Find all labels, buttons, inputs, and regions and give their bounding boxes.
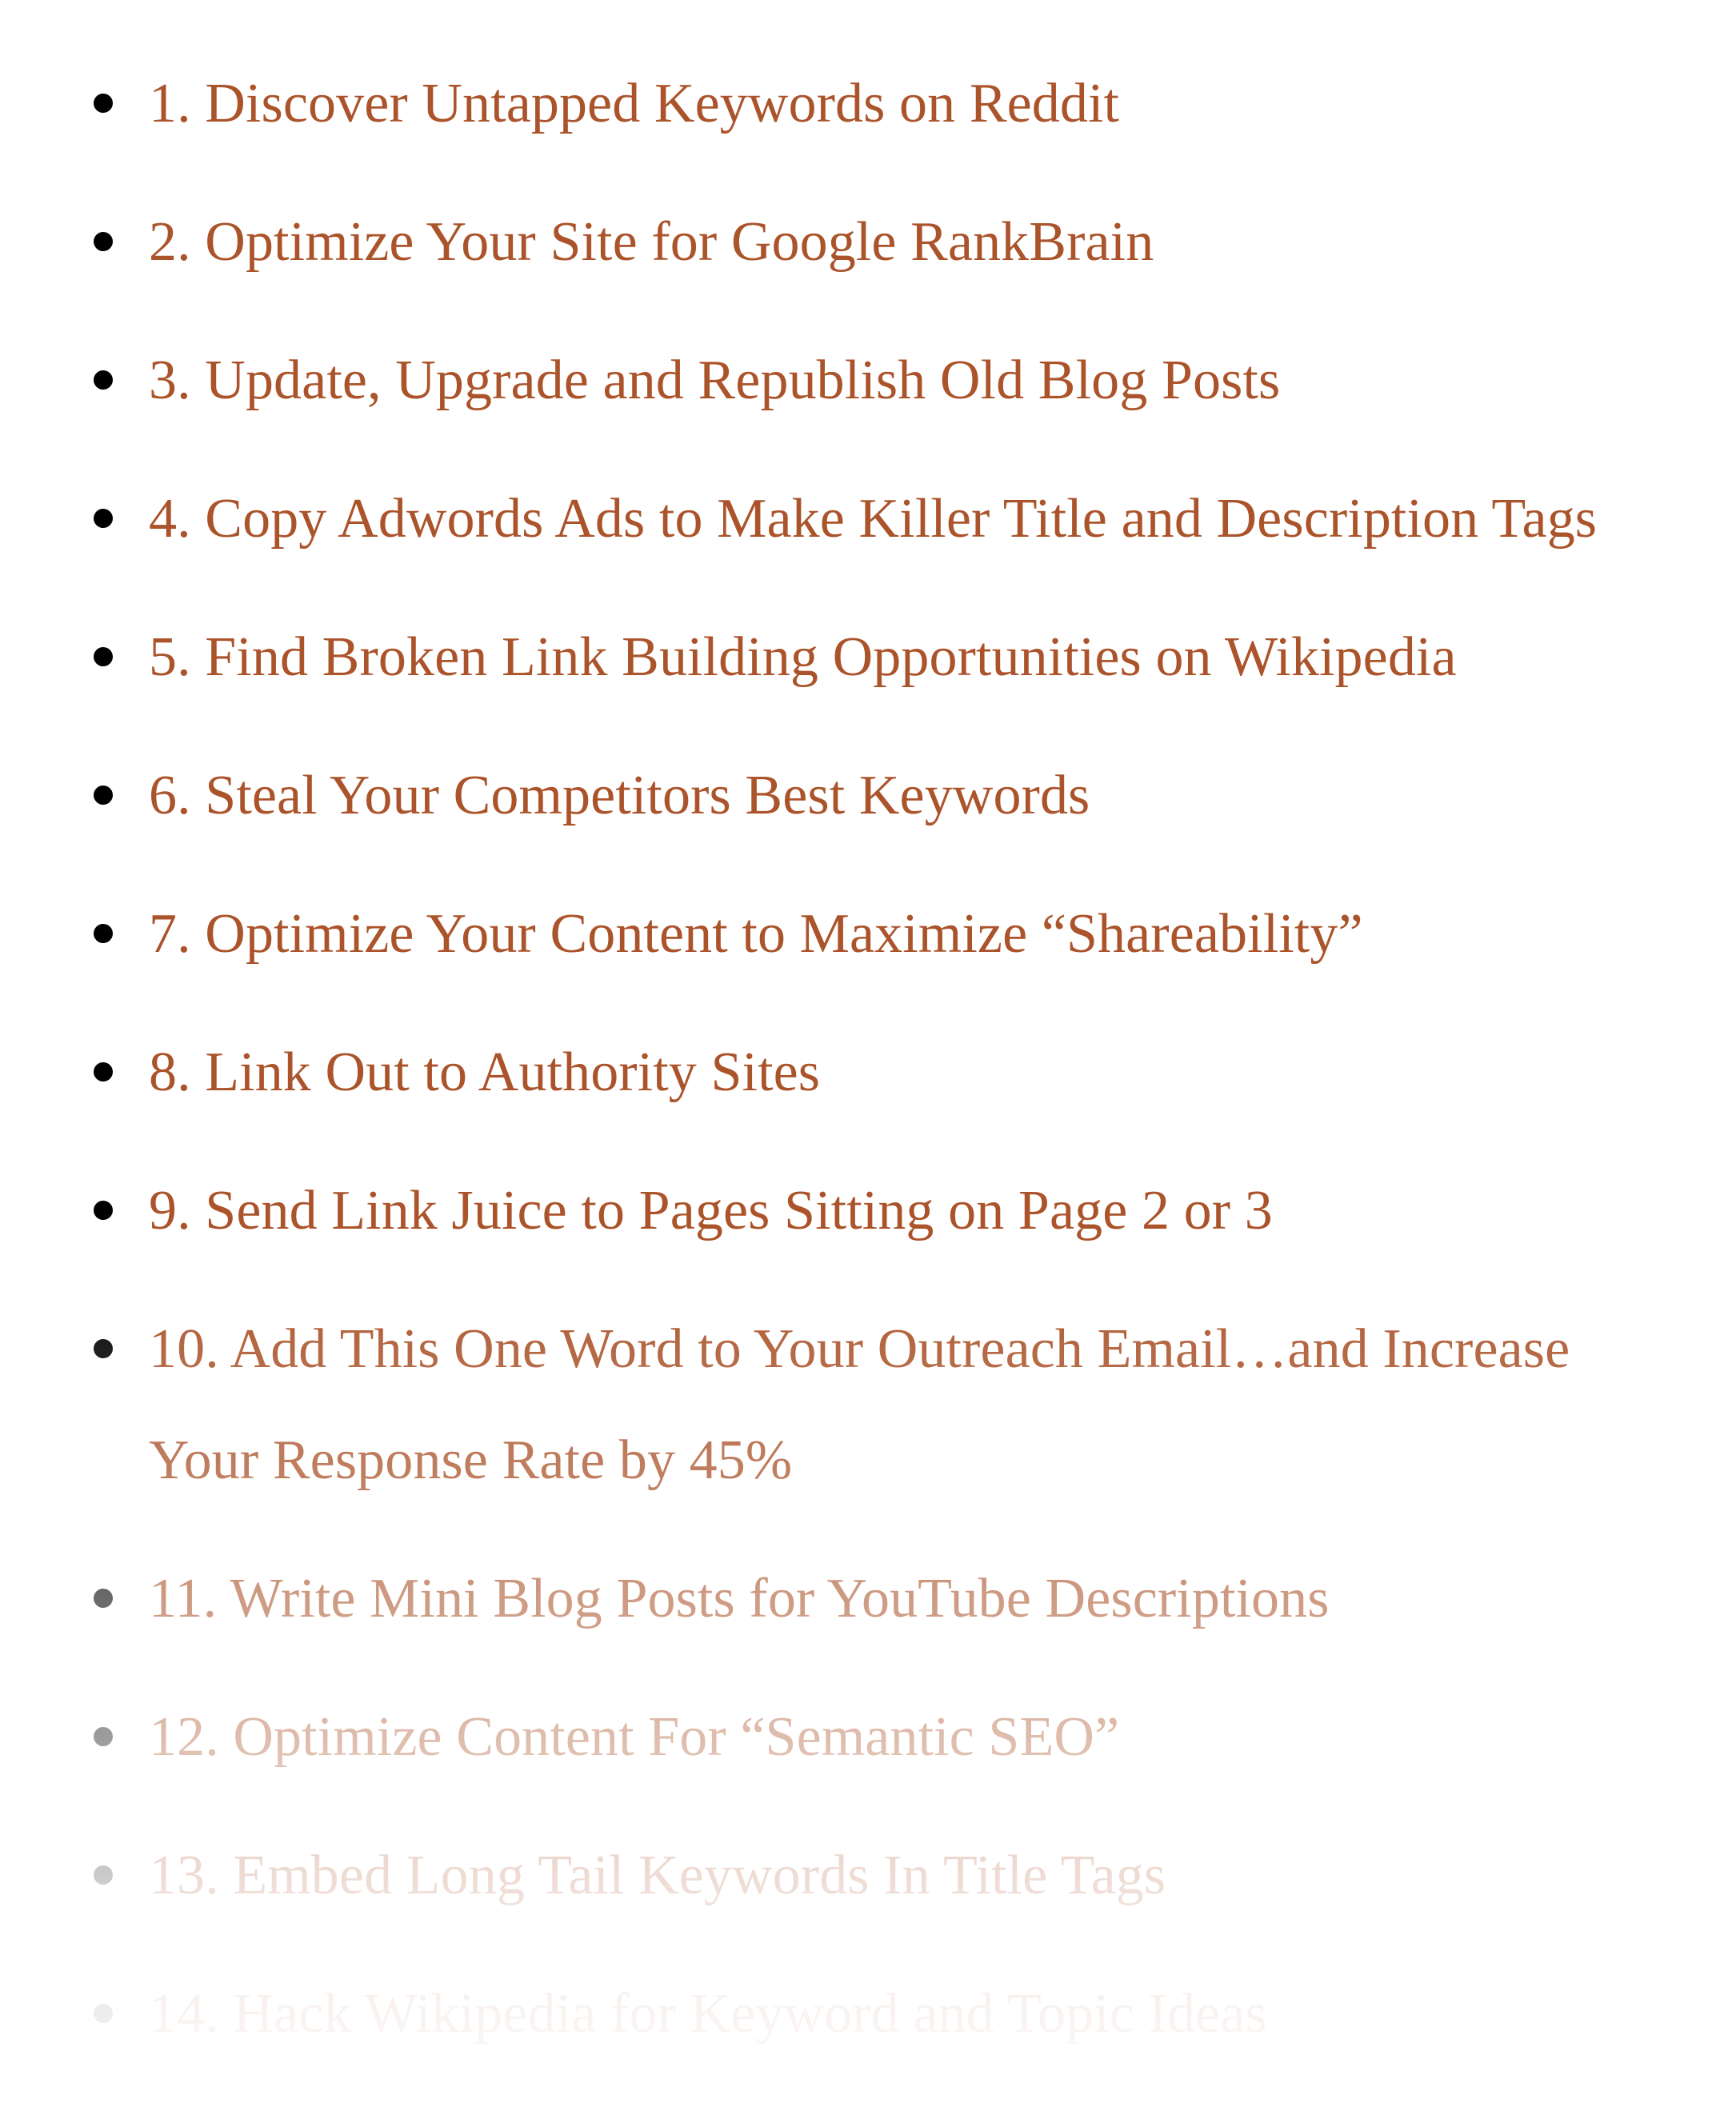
list-item-label: 3. Update, Upgrade and Republish Old Blo… [149, 350, 1281, 411]
list-item[interactable]: 15. Use “Best of” Lists to Find Awesome … [0, 2097, 1736, 2111]
list-item-label: 10. Add This One Word to Your Outreach E… [149, 1318, 1570, 1491]
list-item[interactable]: 7. Optimize Your Content to Maximize “Sh… [0, 878, 1736, 990]
list-item-label: 1. Discover Untapped Keywords on Reddit [149, 73, 1120, 134]
tip-list: 1. Discover Untapped Keywords on Reddit … [0, 48, 1736, 2111]
bullet-icon [94, 647, 113, 666]
list-item[interactable]: 9. Send Link Juice to Pages Sitting on P… [0, 1155, 1736, 1266]
list-item-label: 2. Optimize Your Site for Google RankBra… [149, 211, 1154, 273]
list-item-label: 7. Optimize Your Content to Maximize “Sh… [149, 903, 1363, 965]
bullet-icon [94, 1339, 113, 1358]
bullet-icon [94, 509, 113, 528]
bullet-icon [94, 232, 113, 251]
list-item[interactable]: 5. Find Broken Link Building Opportuniti… [0, 602, 1736, 713]
list-item-label: 12. Optimize Content For “Semantic SEO” [149, 1706, 1120, 1768]
list-item-label: 11. Write Mini Blog Posts for YouTube De… [149, 1568, 1330, 1629]
list-item[interactable]: 14. Hack Wikipedia for Keyword and Topic… [0, 1958, 1736, 2069]
list-item-label: 9. Send Link Juice to Pages Sitting on P… [149, 1180, 1273, 1241]
list-item-label: 15. Use “Best of” Lists to Find Awesome … [149, 2097, 1640, 2111]
bullet-icon [94, 2004, 113, 2023]
bullet-icon [94, 94, 113, 113]
bullet-icon [94, 1727, 113, 1746]
list-item-label: 8. Link Out to Authority Sites [149, 1042, 821, 1103]
list-item[interactable]: 6. Steal Your Competitors Best Keywords [0, 740, 1736, 851]
page-root: 1. Discover Untapped Keywords on Reddit … [0, 0, 1736, 2111]
list-item[interactable]: 10. Add This One Word to Your Outreach E… [0, 1293, 1736, 1516]
bullet-icon [94, 1589, 113, 1608]
list-item-label: 14. Hack Wikipedia for Keyword and Topic… [149, 1983, 1267, 2045]
bullet-icon [94, 786, 113, 805]
list-item[interactable]: 11. Write Mini Blog Posts for YouTube De… [0, 1543, 1736, 1654]
list-item[interactable]: 8. Link Out to Authority Sites [0, 1017, 1736, 1128]
bullet-icon [94, 1865, 113, 1885]
list-item[interactable]: 3. Update, Upgrade and Republish Old Blo… [0, 325, 1736, 436]
list-item[interactable]: 12. Optimize Content For “Semantic SEO” [0, 1681, 1736, 1793]
list-item[interactable]: 13. Embed Long Tail Keywords In Title Ta… [0, 1820, 1736, 1931]
list-item-label: 5. Find Broken Link Building Opportuniti… [149, 626, 1457, 688]
list-item[interactable]: 4. Copy Adwords Ads to Make Killer Title… [0, 463, 1736, 574]
bullet-icon [94, 370, 113, 390]
list-item[interactable]: 2. Optimize Your Site for Google RankBra… [0, 186, 1736, 298]
list-item-label: 4. Copy Adwords Ads to Make Killer Title… [149, 488, 1598, 550]
list-item-label: 6. Steal Your Competitors Best Keywords [149, 765, 1090, 826]
bullet-icon [94, 924, 113, 943]
list-item-label: 13. Embed Long Tail Keywords In Title Ta… [149, 1845, 1166, 1906]
bullet-icon [94, 1062, 113, 1081]
bullet-icon [94, 1201, 113, 1220]
fade-overlay-wrapper: 1. Discover Untapped Keywords on Reddit … [0, 0, 1736, 2111]
list-item[interactable]: 1. Discover Untapped Keywords on Reddit [0, 48, 1736, 159]
